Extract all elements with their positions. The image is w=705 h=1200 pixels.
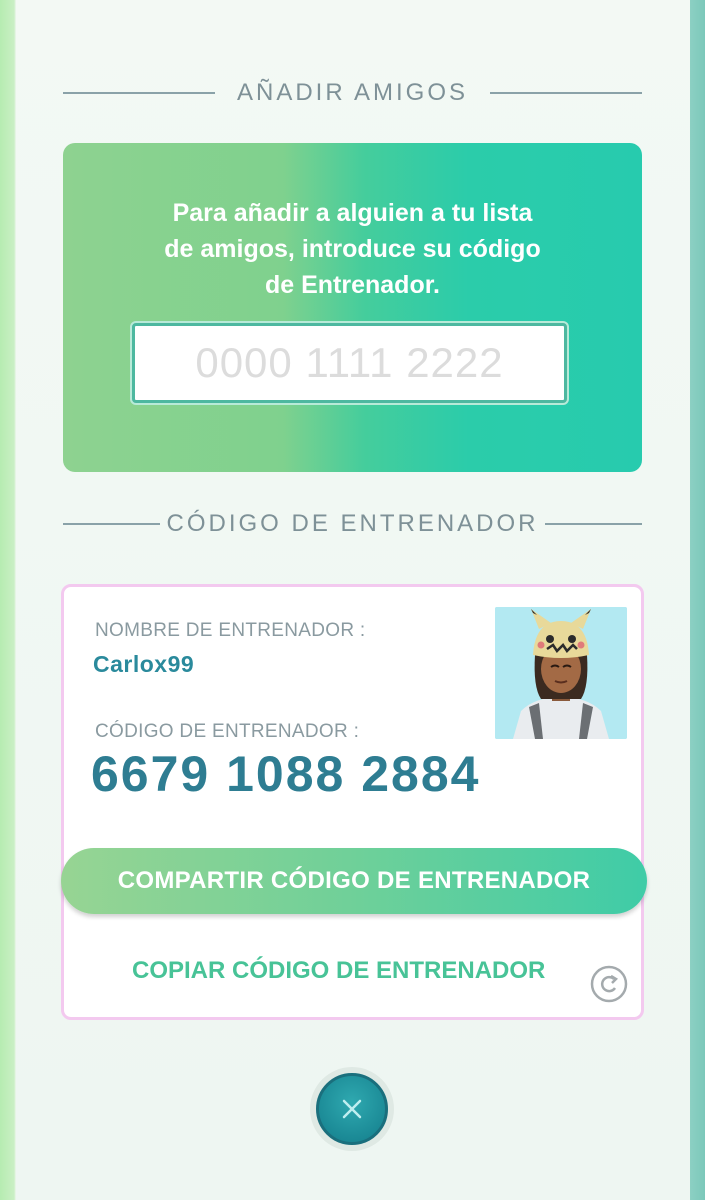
divider-right [490, 92, 643, 94]
trainer-avatar-image [495, 607, 627, 739]
avatar [495, 607, 627, 739]
close-button-face [316, 1073, 388, 1145]
trainer-code-card: NOMBRE DE ENTRENADOR : Carlox99 CÓDIGO D… [61, 584, 647, 1020]
copy-icon[interactable] [589, 964, 629, 1004]
instructions-line: Para añadir a alguien a tu lista [172, 199, 533, 227]
trainer-name: Carlox99 [93, 651, 195, 677]
instructions-line: de Entrenador. [264, 271, 441, 299]
trainer-code-title: CÓDIGO DE ENTRENADOR [166, 510, 539, 537]
instructions-line: de amigos, introduce su código [164, 235, 541, 263]
trainer-code-value: 6679 1088 2884 [91, 746, 481, 802]
add-friend-instructions: Para añadir a alguien a tu lista de amig… [123, 195, 582, 303]
divider-left [63, 523, 161, 525]
divider-left [63, 92, 215, 94]
add-friends-title: AÑADIR AMIGOS [236, 79, 469, 106]
close-icon [342, 1099, 362, 1119]
trainer-name-label: NOMBRE DE ENTRENADOR : [95, 620, 366, 641]
friend-code-input[interactable] [132, 323, 567, 403]
trainer-code-header: CÓDIGO DE ENTRENADOR [63, 509, 642, 539]
add-friend-panel: Para añadir a alguien a tu lista de amig… [63, 143, 642, 472]
share-trainer-code-button[interactable]: COMPARTIR CÓDIGO DE ENTRENADOR [61, 848, 647, 914]
divider-right [544, 523, 642, 525]
close-button[interactable] [310, 1067, 394, 1151]
add-friends-header: AÑADIR AMIGOS [63, 78, 643, 108]
trainer-code-label: CÓDIGO DE ENTRENADOR : [95, 721, 360, 742]
copy-trainer-code-link[interactable]: COPIAR CÓDIGO DE ENTRENADOR [132, 957, 545, 985]
